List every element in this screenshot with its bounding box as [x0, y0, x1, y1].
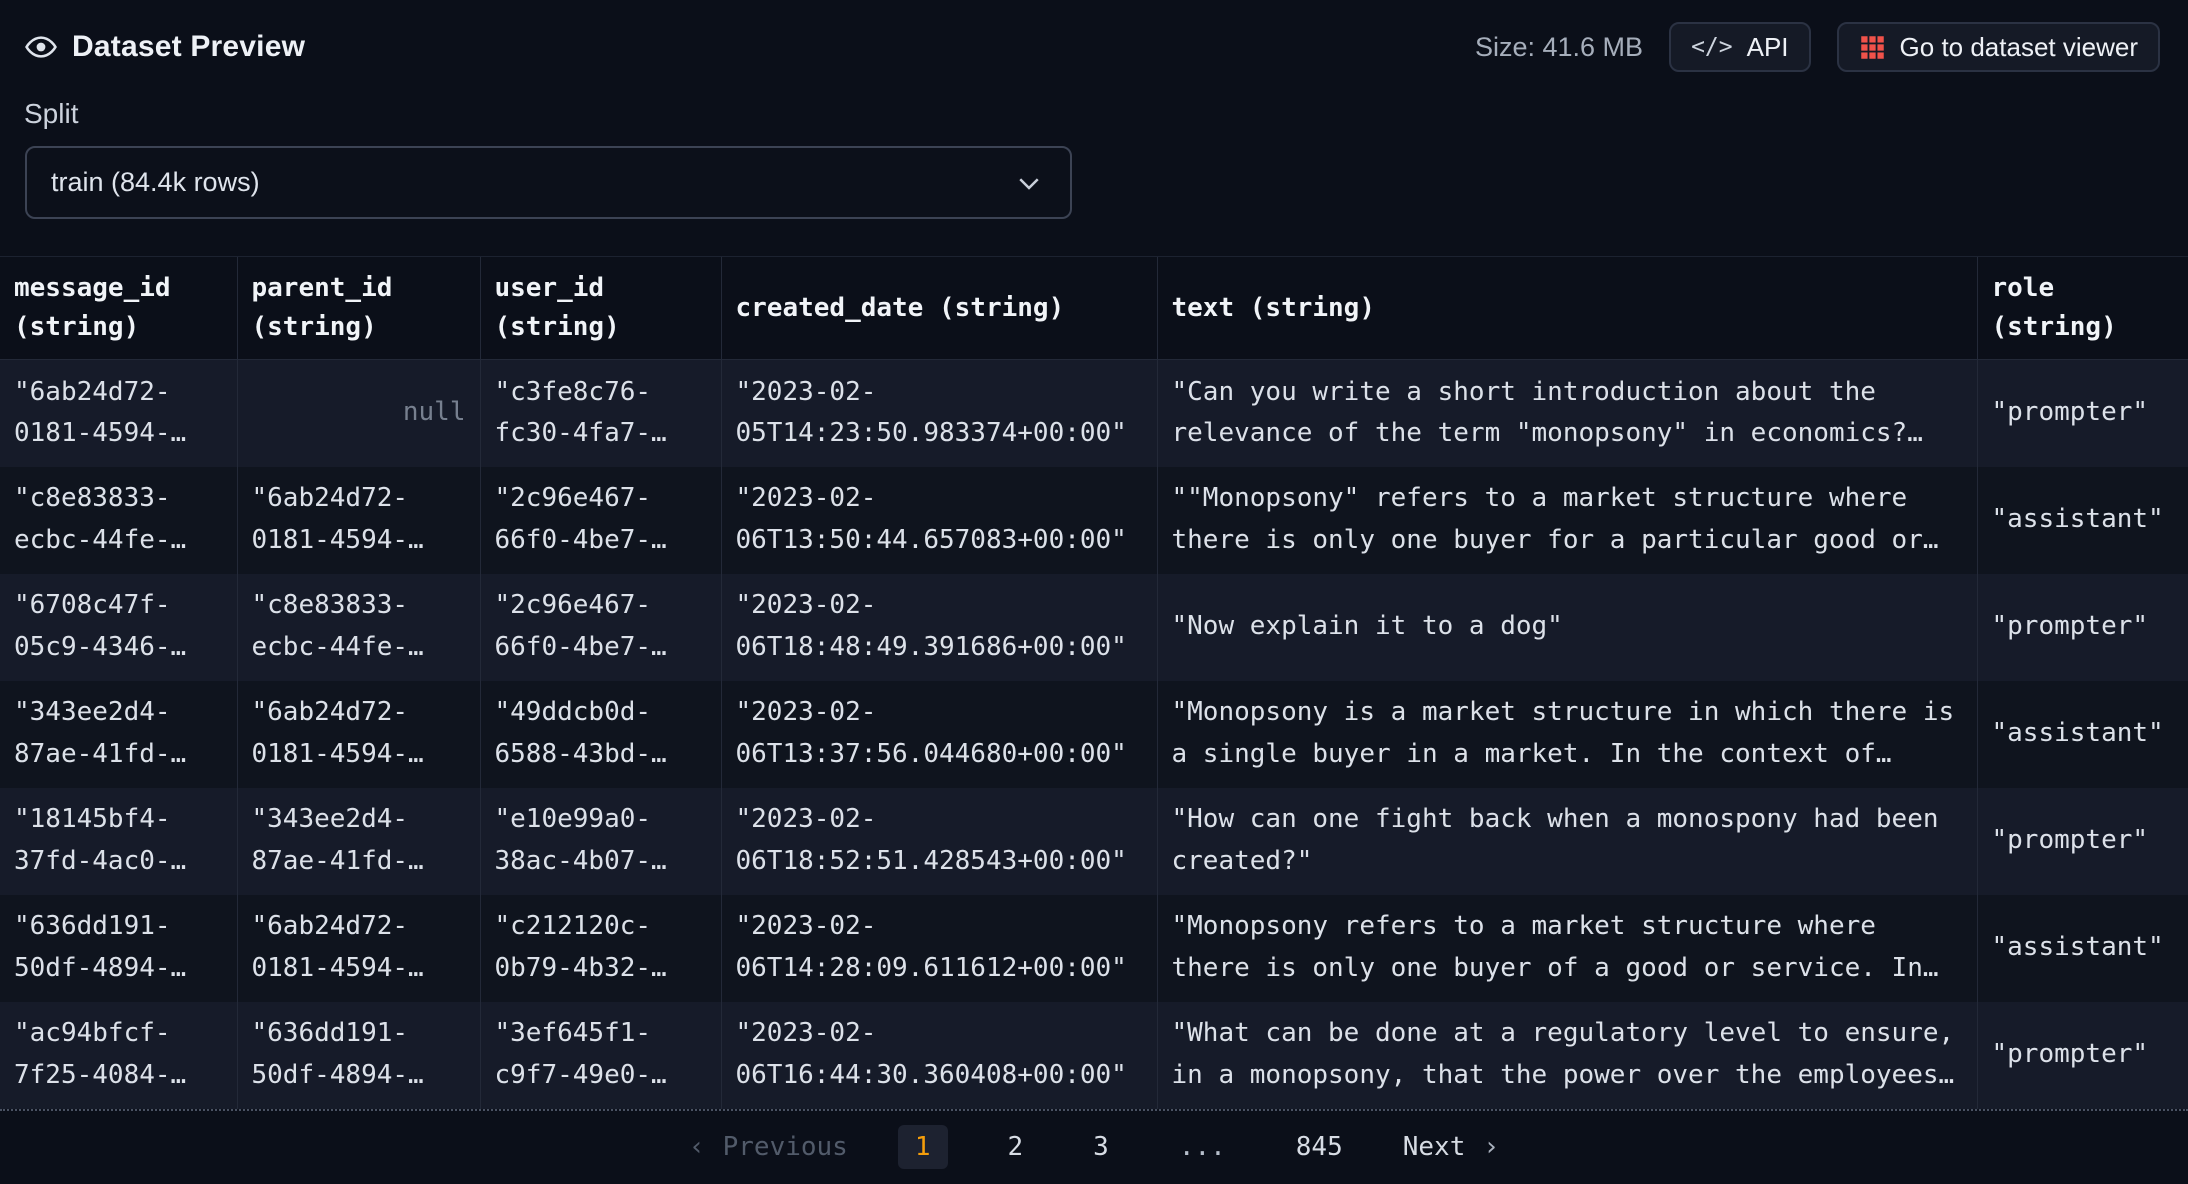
- table-row: "ac94bfcf-7f25-4084-…"636dd191-50df-4894…: [0, 1002, 2188, 1109]
- table-cell-role: "prompter": [1977, 788, 2188, 895]
- api-button[interactable]: </> API: [1669, 22, 1810, 72]
- column-header-role: role (string): [1977, 257, 2188, 360]
- table-cell-role: "prompter": [1977, 574, 2188, 681]
- table-cell-message_id: "6708c47f-05c9-4346-…: [0, 574, 237, 681]
- viewer-button-label: Go to dataset viewer: [1900, 32, 2138, 63]
- pagination-previous-button[interactable]: ‹ Previous: [689, 1132, 848, 1162]
- table-cell-user_id: "c212120c-0b79-4b32-…: [480, 895, 721, 1002]
- table-body: "6ab24d72-0181-4594-…null"c3fe8c76-fc30-…: [0, 360, 2188, 1109]
- table-cell-text: "Now explain it to a dog": [1157, 574, 1977, 681]
- table-cell-role: "assistant": [1977, 895, 2188, 1002]
- table-cell-text: ""Monopsony" refers to a market structur…: [1157, 467, 1977, 574]
- table-cell-message_id: "6ab24d72-0181-4594-…: [0, 360, 237, 467]
- table-row: "6ab24d72-0181-4594-…null"c3fe8c76-fc30-…: [0, 360, 2188, 467]
- grid-icon: [1859, 34, 1886, 61]
- dataset-size-label: Size: 41.6 MB: [1475, 32, 1643, 63]
- chevron-right-icon: ›: [1483, 1132, 1499, 1162]
- table-cell-user_id: "2c96e467-66f0-4be7-…: [480, 574, 721, 681]
- pagination-page-3[interactable]: 3: [1083, 1125, 1119, 1169]
- table-cell-role: "assistant": [1977, 681, 2188, 788]
- table-cell-message_id: "636dd191-50df-4894-…: [0, 895, 237, 1002]
- table-cell-text: "Monopsony refers to a market structure …: [1157, 895, 1977, 1002]
- pagination-pages: 1 2 3... 845: [898, 1125, 1353, 1169]
- table-cell-created_date: "2023-02-06T18:48:49.391686+00:00": [721, 574, 1157, 681]
- pagination-page-2[interactable]: 2: [998, 1125, 1034, 1169]
- table-cell-created_date: "2023-02-06T16:44:30.360408+00:00": [721, 1002, 1157, 1109]
- table-cell-parent_id: "6ab24d72-0181-4594-…: [237, 681, 480, 788]
- pagination-ellipsis: ...: [1169, 1125, 1236, 1169]
- pagination-page-1[interactable]: 1: [898, 1125, 948, 1169]
- table-cell-message_id: "ac94bfcf-7f25-4084-…: [0, 1002, 237, 1109]
- topbar-right: Size: 41.6 MB </> API Go to dataset view…: [1475, 22, 2160, 72]
- table-cell-role: "prompter": [1977, 360, 2188, 467]
- topbar: Dataset Preview Size: 41.6 MB </> API Go…: [0, 0, 2188, 72]
- pagination: ‹ Previous 1 2 3... 845 Next ›: [0, 1125, 2188, 1169]
- table-cell-created_date: "2023-02-05T14:23:50.983374+00:00": [721, 360, 1157, 467]
- next-label: Next: [1403, 1132, 1466, 1162]
- table-cell-user_id: "e10e99a0-38ac-4b07-…: [480, 788, 721, 895]
- go-to-dataset-viewer-button[interactable]: Go to dataset viewer: [1837, 22, 2160, 72]
- column-header-user_id: user_id (string): [480, 257, 721, 360]
- table-cell-user_id: "c3fe8c76-fc30-4fa7-…: [480, 360, 721, 467]
- table-header-row: message_id (string) parent_id (string) u…: [0, 257, 2188, 360]
- table-row: "18145bf4-37fd-4ac0-…"343ee2d4-87ae-41fd…: [0, 788, 2188, 895]
- dataset-preview-page: Dataset Preview Size: 41.6 MB </> API Go…: [0, 0, 2188, 1184]
- table-row: "c8e83833-ecbc-44fe-…"6ab24d72-0181-4594…: [0, 467, 2188, 574]
- column-header-text: text (string): [1157, 257, 1977, 360]
- table-cell-parent_id: null: [237, 360, 480, 467]
- table-cell-user_id: "2c96e467-66f0-4be7-…: [480, 467, 721, 574]
- page-title: Dataset Preview: [72, 30, 305, 64]
- pagination-page-845[interactable]: 845: [1286, 1125, 1353, 1169]
- table-cell-user_id: "3ef645f1-c9f7-49e0-…: [480, 1002, 721, 1109]
- table-cell-text: "Monopsony is a market structure in whic…: [1157, 681, 1977, 788]
- table-cell-message_id: "c8e83833-ecbc-44fe-…: [0, 467, 237, 574]
- table-cell-created_date: "2023-02-06T13:37:56.044680+00:00": [721, 681, 1157, 788]
- pagination-next-button[interactable]: Next ›: [1403, 1132, 1499, 1162]
- previous-label: Previous: [723, 1132, 848, 1162]
- table-cell-message_id: "18145bf4-37fd-4ac0-…: [0, 788, 237, 895]
- table-cell-user_id: "49ddcb0d-6588-43bd-…: [480, 681, 721, 788]
- table-cell-message_id: "343ee2d4-87ae-41fd-…: [0, 681, 237, 788]
- topbar-left: Dataset Preview: [24, 30, 305, 64]
- table-cell-text: "Can you write a short introduction abou…: [1157, 360, 1977, 467]
- table-cell-text: "How can one fight back when a monospony…: [1157, 788, 1977, 895]
- table-cell-created_date: "2023-02-06T13:50:44.657083+00:00": [721, 467, 1157, 574]
- table-cell-text: "What can be done at a regulatory level …: [1157, 1002, 1977, 1109]
- chevron-down-icon: [1014, 168, 1044, 198]
- table-cell-parent_id: "c8e83833-ecbc-44fe-…: [237, 574, 480, 681]
- dataset-table-wrap: message_id (string) parent_id (string) u…: [0, 256, 2188, 1111]
- column-header-parent_id: parent_id (string): [237, 257, 480, 360]
- code-icon: </>: [1691, 34, 1733, 60]
- table-bottom-dashed-divider: [0, 1109, 2188, 1111]
- table-cell-role: "assistant": [1977, 467, 2188, 574]
- split-select-value: train (84.4k rows): [51, 167, 260, 198]
- table-cell-created_date: "2023-02-06T18:52:51.428543+00:00": [721, 788, 1157, 895]
- column-header-message_id: message_id (string): [0, 257, 237, 360]
- table-cell-created_date: "2023-02-06T14:28:09.611612+00:00": [721, 895, 1157, 1002]
- table-cell-parent_id: "343ee2d4-87ae-41fd-…: [237, 788, 480, 895]
- column-header-created_date: created_date (string): [721, 257, 1157, 360]
- table-row: "636dd191-50df-4894-…"6ab24d72-0181-4594…: [0, 895, 2188, 1002]
- split-select[interactable]: train (84.4k rows): [25, 146, 1072, 219]
- table-cell-parent_id: "6ab24d72-0181-4594-…: [237, 467, 480, 574]
- table-cell-parent_id: "6ab24d72-0181-4594-…: [237, 895, 480, 1002]
- table-cell-parent_id: "636dd191-50df-4894-…: [237, 1002, 480, 1109]
- table-row: "343ee2d4-87ae-41fd-…"6ab24d72-0181-4594…: [0, 681, 2188, 788]
- chevron-left-icon: ‹: [689, 1132, 705, 1162]
- eye-icon: [24, 30, 58, 64]
- dataset-table: message_id (string) parent_id (string) u…: [0, 256, 2188, 1109]
- table-row: "6708c47f-05c9-4346-…"c8e83833-ecbc-44fe…: [0, 574, 2188, 681]
- api-button-label: API: [1747, 32, 1789, 63]
- split-label: Split: [24, 98, 2188, 130]
- table-cell-role: "prompter": [1977, 1002, 2188, 1109]
